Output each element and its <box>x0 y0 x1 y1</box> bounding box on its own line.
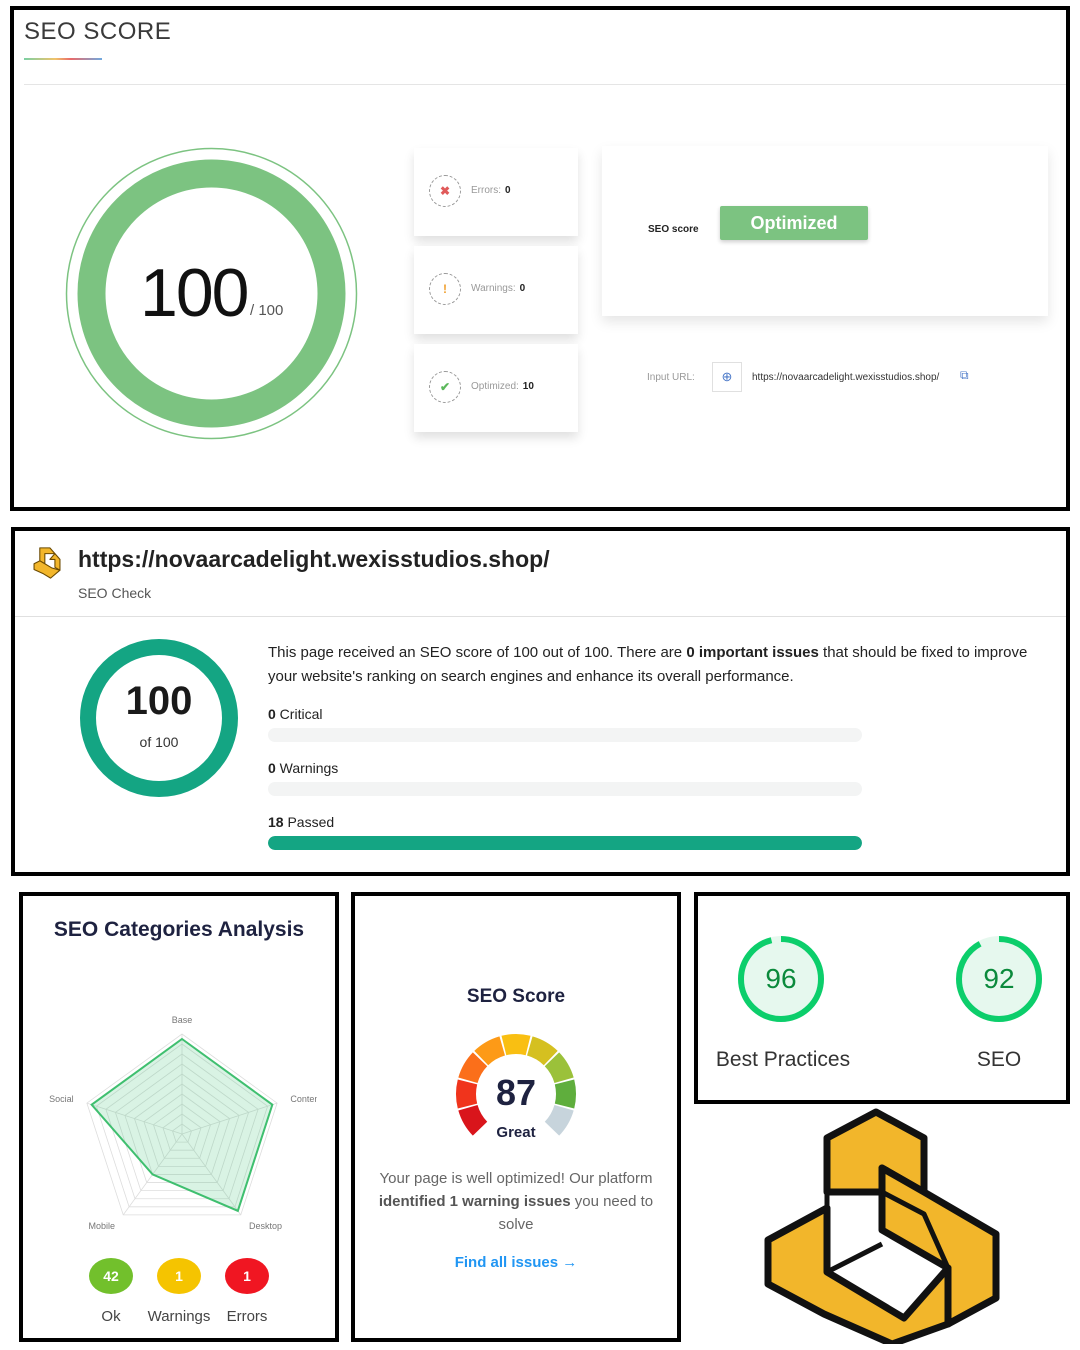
critical-label: 0 Critical <box>268 706 322 722</box>
input-url-label: Input URL: <box>647 372 695 383</box>
radar-label: Content <box>290 1094 317 1104</box>
radar-label: Social <box>49 1094 74 1104</box>
seo-label: SEO <box>976 1048 1022 1071</box>
warnings-bar <box>268 782 862 796</box>
errors-badge: 1 <box>225 1258 269 1294</box>
score-of: of 100 <box>139 734 179 750</box>
optimized-card: ✔ Optimized: 10 <box>414 344 578 432</box>
errors-card: ✖ Errors: 0 <box>414 148 578 236</box>
radar-series <box>90 1037 274 1213</box>
optimized-label: Optimized: <box>471 381 519 392</box>
msg-text: Your page is well optimized! Our platfor… <box>379 1170 653 1187</box>
radar-label: Base <box>172 1015 193 1025</box>
passed-count: 18 <box>268 814 284 830</box>
errors-label: Errors: <box>471 185 501 196</box>
desc-bold: 0 important issues <box>686 644 819 661</box>
critical-text: Critical <box>275 706 323 722</box>
score-value: 100 <box>140 255 249 331</box>
errors-badge-label: Errors <box>226 1308 268 1325</box>
divider <box>24 84 1066 85</box>
error-icon: ✖ <box>429 175 461 207</box>
lighthouse-scores-panel: 96 Best Practices 92 SEO <box>694 892 1070 1104</box>
score-value: 87 <box>495 1072 537 1113</box>
site-logo-icon <box>33 547 61 579</box>
passed-label: 18 Passed <box>268 814 334 830</box>
brand-logo <box>764 1108 1000 1344</box>
arrow-right-icon[interactable]: → <box>562 1254 577 1271</box>
score-grade: Great <box>496 1124 536 1141</box>
seo-score-gauge-panel: SEO Score 87 Great Your page is well opt… <box>351 892 681 1342</box>
warning-icon: ! <box>429 273 461 305</box>
panel-title: SEO SCORE <box>24 18 172 45</box>
critical-bar <box>268 728 862 742</box>
warnings-label: 0 Warnings <box>268 760 338 776</box>
best-practices-score: 96 <box>765 963 797 994</box>
radar-label: Desktop <box>249 1221 282 1231</box>
categories-title: SEO Categories Analysis <box>53 918 305 941</box>
input-url-link[interactable]: https://novaarcadelight.wexisstudios.sho… <box>752 372 939 383</box>
seo-score-title: SEO Score <box>466 986 566 1007</box>
errors-value: 0 <box>505 185 511 196</box>
score-value: 100 <box>125 679 193 723</box>
seo-check-subtitle: SEO Check <box>78 585 152 601</box>
radar-chart: Base Content Desktop Mobile Social <box>49 1015 317 1231</box>
warnings-card: ! Warnings: 0 <box>414 246 578 334</box>
seo-lighthouse-score: 92 <box>983 963 1015 994</box>
score-description: This page received an SEO score of 100 o… <box>268 641 1058 689</box>
divider <box>15 616 1066 617</box>
msg-bold: identified 1 warning issues <box>378 1193 571 1210</box>
seo-categories-panel: SEO Categories Analysis Base Content Deskt… <box>19 892 339 1342</box>
warnings-label: Warnings: <box>471 283 516 294</box>
title-underline <box>24 58 102 60</box>
passed-bar <box>268 836 862 850</box>
gauge-segment <box>501 1034 531 1056</box>
critical-count: 0 <box>268 706 276 722</box>
passed-text: Passed <box>283 814 335 830</box>
warnings-text: Warnings <box>275 760 339 776</box>
warnings-value: 0 <box>519 283 526 294</box>
warnings-badge: 1 <box>157 1258 201 1294</box>
check-icon: ✔ <box>429 371 461 403</box>
find-all-issues-link[interactable]: Find all issues → <box>355 1254 677 1271</box>
ok-badge: 42 <box>89 1258 133 1294</box>
ok-label: Ok <box>101 1308 121 1325</box>
score-max: / 100 <box>250 302 284 319</box>
passed-bar-fill <box>268 836 862 850</box>
best-practices-label: Best Practices <box>715 1048 851 1071</box>
warnings-count: 0 <box>268 760 276 776</box>
seo-check-panel: https://novaarcadelight.wexisstudios.sho… <box>11 527 1070 876</box>
globe-icon: ⊕ <box>712 362 742 392</box>
warnings-badge-label: Warnings <box>147 1308 211 1325</box>
optimized-value: 10 <box>522 381 534 392</box>
seo-score-label: SEO score <box>648 224 699 235</box>
score-message: Your page is well optimized! Our platfor… <box>375 1167 657 1236</box>
seo-score-panel: SEO SCORE 100 / 100 ✖ Errors: 0 ! Warning… <box>10 6 1070 511</box>
status-badge: Optimized <box>720 206 868 240</box>
desc-text: This page received an SEO score of 100 o… <box>268 644 687 661</box>
radar-label: Mobile <box>88 1221 115 1231</box>
find-issues-text[interactable]: Find all issues <box>455 1254 558 1271</box>
external-link-icon[interactable]: ⧉ <box>960 368 969 383</box>
seo-score-card: SEO score Optimized <box>602 146 1048 316</box>
site-url-heading[interactable]: https://novaarcadelight.wexisstudios.sho… <box>78 546 550 573</box>
